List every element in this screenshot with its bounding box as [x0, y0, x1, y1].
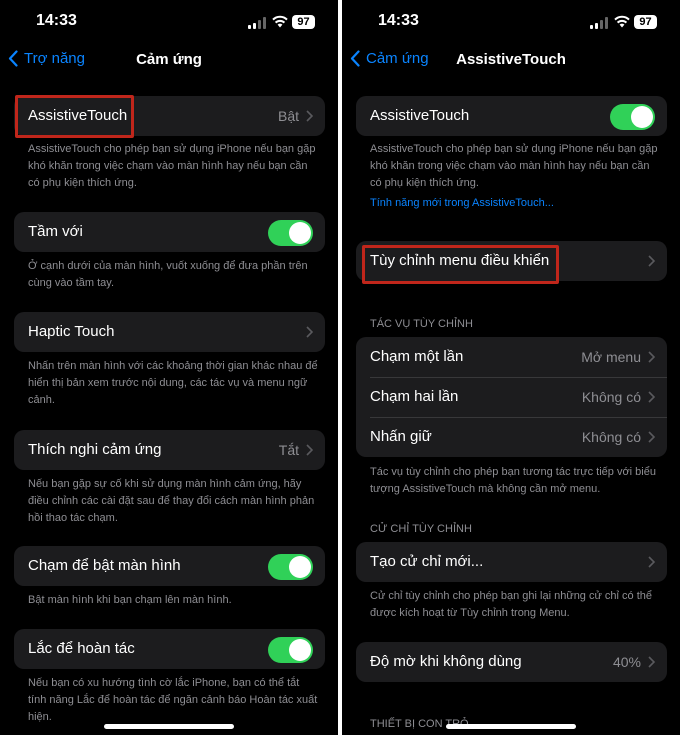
haptic-touch-label: Haptic Touch [28, 323, 115, 340]
assistivetouch-row[interactable]: AssistiveTouch Bật [14, 96, 325, 136]
signal-icon [248, 17, 266, 29]
tap-to-wake-toggle[interactable] [268, 554, 313, 580]
single-tap-value: Mở menu [581, 349, 641, 365]
status-bar: 14:33 97 [342, 12, 680, 34]
assistivetouch-toggle[interactable] [610, 104, 655, 130]
haptic-touch-row[interactable]: Haptic Touch [14, 312, 325, 352]
idle-opacity-label: Độ mờ khi không dùng [370, 653, 522, 670]
reachability-row[interactable]: Tầm với [14, 212, 325, 252]
chevron-right-icon [648, 431, 655, 443]
shake-to-undo-label: Lắc để hoàn tác [28, 640, 135, 657]
double-tap-label: Chạm hai lần [370, 388, 459, 405]
wifi-icon [272, 15, 288, 28]
whats-new-link[interactable]: Tính năng mới trong AssistiveTouch... [370, 197, 554, 209]
assistivetouch-label: AssistiveTouch [28, 107, 128, 124]
home-indicator [104, 724, 234, 729]
page-title: AssistiveTouch [456, 51, 566, 68]
chevron-right-icon [648, 656, 655, 668]
tap-to-wake-label: Chạm để bật màn hình [28, 557, 181, 574]
reachability-label: Tầm với [28, 223, 83, 240]
double-tap-row[interactable]: Chạm hai lần Không có [356, 377, 667, 417]
custom-gestures-footer: Cử chỉ tùy chỉnh cho phép bạn ghi lại nh… [370, 590, 652, 619]
assistivetouch-footer: AssistiveTouch cho phép bạn sử dụng iPho… [28, 143, 316, 189]
custom-actions-header: TÁC VỤ TÙY CHỈNH [370, 318, 473, 330]
double-tap-value: Không có [581, 389, 641, 405]
long-press-value: Không có [581, 429, 641, 445]
wifi-icon [614, 15, 630, 28]
customize-menu-row[interactable]: Tùy chỉnh menu điều khiển [356, 241, 667, 281]
chevron-right-icon [648, 351, 655, 363]
chevron-right-icon [648, 391, 655, 403]
screen-assistivetouch: 14:33 97 Cảm ứng AssistiveTouch Assistiv… [342, 0, 680, 735]
chevron-right-icon [306, 444, 313, 456]
assistivetouch-toggle-row[interactable]: AssistiveTouch [356, 96, 667, 136]
customize-menu-label: Tùy chỉnh menu điều khiển [370, 252, 550, 269]
tap-to-wake-row[interactable]: Chạm để bật màn hình [14, 546, 325, 586]
status-time: 14:33 [378, 12, 419, 29]
navigation-bar: Trợ năng Cảm ứng [0, 50, 338, 72]
reachability-footer: Ở cạnh dưới của màn hình, vuốt xuống để … [28, 260, 308, 289]
create-gesture-row[interactable]: Tạo cử chỉ mới... [356, 542, 667, 582]
reachability-toggle[interactable] [268, 220, 313, 246]
assistivetouch-footer: AssistiveTouch cho phép bạn sử dụng iPho… [370, 143, 658, 189]
chevron-right-icon [648, 556, 655, 568]
idle-opacity-value: 40% [612, 654, 641, 670]
long-press-row[interactable]: Nhấn giữ Không có [356, 417, 667, 457]
create-gesture-label: Tạo cử chỉ mới... [370, 553, 484, 570]
chevron-right-icon [648, 255, 655, 267]
touch-accommodations-value: Tắt [278, 442, 299, 458]
assistivetouch-label: AssistiveTouch [370, 107, 470, 124]
battery-icon: 97 [292, 15, 315, 29]
single-tap-label: Chạm một lần [370, 348, 464, 365]
chevron-right-icon [306, 326, 313, 338]
long-press-label: Nhấn giữ [370, 428, 432, 445]
chevron-right-icon [306, 110, 313, 122]
touch-accommodations-footer: Nếu bạn gặp sự cố khi sử dụng màn hình c… [28, 478, 315, 524]
custom-actions-group: Chạm một lần Mở menu Chạm hai lần Không có… [356, 337, 667, 457]
navigation-bar: Cảm ứng AssistiveTouch [342, 50, 680, 72]
signal-icon [590, 17, 608, 29]
single-tap-row[interactable]: Chạm một lần Mở menu [356, 337, 667, 377]
idle-opacity-row[interactable]: Độ mờ khi không dùng 40% [356, 642, 667, 682]
touch-accommodations-row[interactable]: Thích nghi cảm ứng Tắt [14, 430, 325, 470]
page-title: Cảm ứng [136, 51, 202, 68]
status-bar: 14:33 97 [0, 12, 338, 34]
shake-to-undo-footer: Nếu bạn có xu hướng tình cờ lắc iPhone, … [28, 677, 318, 723]
battery-icon: 97 [634, 15, 657, 29]
shake-to-undo-row[interactable]: Lắc để hoàn tác [14, 629, 325, 669]
custom-gestures-header: CỬ CHỈ TÙY CHỈNH [370, 523, 472, 535]
haptic-touch-footer: Nhấn trên màn hình với các khoảng thời g… [28, 360, 318, 406]
assistivetouch-value: Bật [277, 108, 299, 124]
status-time: 14:33 [36, 12, 77, 29]
shake-to-undo-toggle[interactable] [268, 637, 313, 663]
home-indicator [446, 724, 576, 729]
tap-to-wake-footer: Bật màn hình khi bạn chạm lên màn hình. [28, 594, 232, 606]
touch-accommodations-label: Thích nghi cảm ứng [28, 441, 162, 458]
custom-actions-footer: Tác vụ tùy chỉnh cho phép bạn tương tác … [370, 466, 656, 495]
screen-touch-settings: 14:33 97 Trợ năng Cảm ứng AssistiveTouch… [0, 0, 338, 735]
